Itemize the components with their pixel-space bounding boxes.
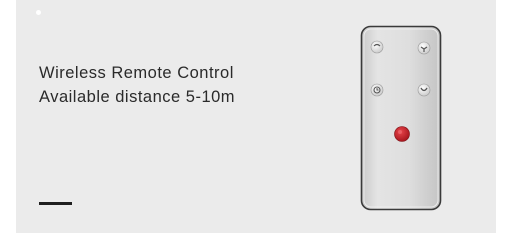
feature-title: Wireless Remote Control [39, 64, 234, 82]
decorative-dot [36, 10, 41, 15]
swing-icon [417, 83, 431, 97]
timer-icon [370, 83, 384, 97]
feature-range: Available distance 5-10m [39, 88, 236, 106]
power-icon [394, 126, 410, 142]
light-icon [370, 40, 384, 54]
product-feature-banner: Wireless Remote Control Available distan… [0, 0, 512, 246]
feature-description: Wireless Remote Control Available distan… [39, 61, 235, 109]
fan-icon [417, 41, 431, 55]
accent-bar [39, 202, 72, 205]
remote-control-image [360, 25, 442, 211]
